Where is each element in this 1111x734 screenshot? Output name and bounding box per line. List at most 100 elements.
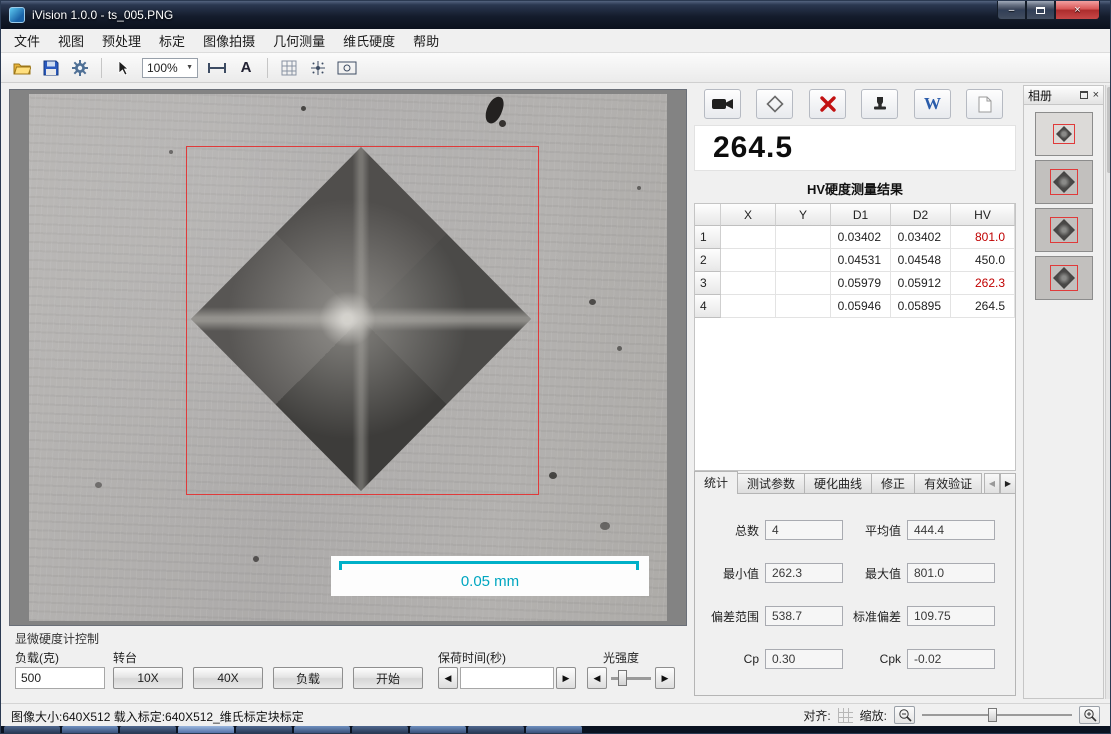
slider-handle[interactable] xyxy=(988,708,997,722)
light-decrease-button[interactable]: ◀ xyxy=(587,667,607,689)
menu-calibration[interactable]: 标定 xyxy=(150,28,194,53)
measure-tool-button[interactable] xyxy=(204,56,230,80)
table-row[interactable]: 2 0.04531 0.04548 450.0 xyxy=(695,249,1015,272)
light-increase-button[interactable]: ▶ xyxy=(655,667,675,689)
live-video-button[interactable] xyxy=(704,89,741,119)
taskbar-button[interactable] xyxy=(120,726,176,734)
grid-toggle-button[interactable] xyxy=(276,56,302,80)
taskbar-button[interactable] xyxy=(4,726,60,734)
y-cell xyxy=(776,295,831,318)
maximize-button[interactable] xyxy=(1026,1,1055,20)
main-toolbar: 100% ▼ A xyxy=(1,53,1110,83)
album-thumbnail[interactable] xyxy=(1035,160,1093,204)
hold-time-increase-button[interactable]: ▶ xyxy=(556,667,576,689)
menu-vickers-hardness[interactable]: 维氏硬度 xyxy=(334,28,404,53)
save-button[interactable] xyxy=(38,56,64,80)
diamond-icon xyxy=(766,95,784,113)
align-grid-icon[interactable] xyxy=(838,708,853,723)
minimize-button[interactable]: – xyxy=(997,1,1026,20)
taskbar-button[interactable] xyxy=(62,726,118,734)
tab-correction[interactable]: 修正 xyxy=(872,473,915,494)
select-tool-button[interactable] xyxy=(110,56,136,80)
tab-scroll-right-button[interactable]: ▶ xyxy=(1000,473,1016,494)
stamp-mark-button[interactable] xyxy=(861,89,898,119)
taskbar-button[interactable] xyxy=(468,726,524,734)
menu-help[interactable]: 帮助 xyxy=(404,28,448,53)
table-row[interactable]: 4 0.05946 0.05895 264.5 xyxy=(695,295,1015,318)
stat-label-cpk: Cpk xyxy=(847,652,907,666)
delete-result-button[interactable] xyxy=(809,89,846,119)
zoom-select[interactable]: 100% ▼ xyxy=(142,58,198,78)
album-thumbnail[interactable] xyxy=(1035,112,1093,156)
slider-handle[interactable] xyxy=(618,670,627,686)
debris-spot xyxy=(499,120,506,127)
d2-cell: 0.05912 xyxy=(891,272,951,295)
taskbar-button[interactable] xyxy=(410,726,466,734)
taskbar-button[interactable] xyxy=(352,726,408,734)
scrollbar-thumb[interactable] xyxy=(1107,87,1111,173)
measure-indent-button[interactable] xyxy=(756,89,793,119)
taskbar-button[interactable] xyxy=(178,726,234,734)
results-table-header: X Y D1 D2 HV xyxy=(695,204,1015,226)
export-word-button[interactable]: W xyxy=(914,89,951,119)
album-title: 相册 xyxy=(1028,87,1052,104)
taskbar-button[interactable] xyxy=(294,726,350,734)
d2-cell: 0.04548 xyxy=(891,249,951,272)
tab-scroll-left-button[interactable]: ◀ xyxy=(984,473,1000,494)
hold-time-input[interactable] xyxy=(460,667,554,689)
results-title: HV硬度测量结果 xyxy=(694,179,1016,198)
new-report-button[interactable] xyxy=(966,89,1003,119)
right-arrow-icon: ▶ xyxy=(662,673,669,684)
capture-frame-button[interactable] xyxy=(334,56,360,80)
menu-image-capture[interactable]: 图像拍摄 xyxy=(194,28,264,53)
menu-geometry-measure[interactable]: 几何测量 xyxy=(264,28,334,53)
table-row[interactable]: 1 0.03402 0.03402 801.0 xyxy=(695,226,1015,249)
crosshair-align-button[interactable] xyxy=(305,56,331,80)
d1-cell: 0.05979 xyxy=(831,272,891,295)
video-camera-icon xyxy=(711,97,735,111)
view-zoom-slider[interactable] xyxy=(922,706,1072,724)
tab-statistics[interactable]: 统计 xyxy=(694,471,738,494)
close-button[interactable]: × xyxy=(1055,1,1100,20)
menu-file[interactable]: 文件 xyxy=(5,28,49,53)
scale-bar-label: 0.05 mm xyxy=(331,573,649,590)
tab-validation[interactable]: 有效验证 xyxy=(915,473,982,494)
light-intensity-slider[interactable] xyxy=(611,667,651,689)
load-input[interactable] xyxy=(15,667,105,689)
specimen-image[interactable]: 0.05 mm xyxy=(29,94,667,621)
album-thumbnail[interactable] xyxy=(1035,256,1093,300)
turret-40x-button[interactable]: 40X xyxy=(193,667,263,689)
settings-button[interactable] xyxy=(67,56,93,80)
album-scrollbar[interactable] xyxy=(1105,85,1111,699)
float-panel-icon[interactable] xyxy=(1080,91,1088,99)
taskbar-button[interactable] xyxy=(526,726,582,734)
menu-view[interactable]: 视图 xyxy=(49,28,93,53)
album-close-icon[interactable]: × xyxy=(1093,90,1099,101)
col-header-d2: D2 xyxy=(891,204,951,226)
turret-10x-button[interactable]: 10X xyxy=(113,667,183,689)
align-label: 对齐: xyxy=(803,707,830,724)
camera-frame-icon xyxy=(337,61,357,75)
word-icon: W xyxy=(924,94,941,114)
album-thumbnail[interactable] xyxy=(1035,208,1093,252)
tab-test-parameters[interactable]: 测试参数 xyxy=(738,473,805,494)
zoom-in-button[interactable] xyxy=(1079,706,1100,724)
hold-time-decrease-button[interactable]: ◀ xyxy=(438,667,458,689)
hv-cell: 801.0 xyxy=(951,226,1015,249)
apply-load-button[interactable]: 负载 xyxy=(273,667,343,689)
taskbar-button[interactable] xyxy=(236,726,292,734)
stat-label-total: 总数 xyxy=(695,522,765,539)
text-tool-button[interactable]: A xyxy=(233,56,259,80)
light-intensity-label: 光强度 xyxy=(603,649,639,666)
measurement-selection-rect xyxy=(186,146,539,495)
open-file-button[interactable] xyxy=(9,56,35,80)
tab-hardening-curve[interactable]: 硬化曲线 xyxy=(805,473,872,494)
zoom-out-button[interactable] xyxy=(894,706,915,724)
start-button[interactable]: 开始 xyxy=(353,667,423,689)
debris-spot xyxy=(169,150,173,154)
left-arrow-icon: ◀ xyxy=(594,673,601,684)
menu-preprocess[interactable]: 预处理 xyxy=(93,28,150,53)
scale-bar: 0.05 mm xyxy=(331,556,649,596)
stat-value-cp: 0.30 xyxy=(765,649,843,669)
table-row[interactable]: 3 0.05979 0.05912 262.3 xyxy=(695,272,1015,295)
